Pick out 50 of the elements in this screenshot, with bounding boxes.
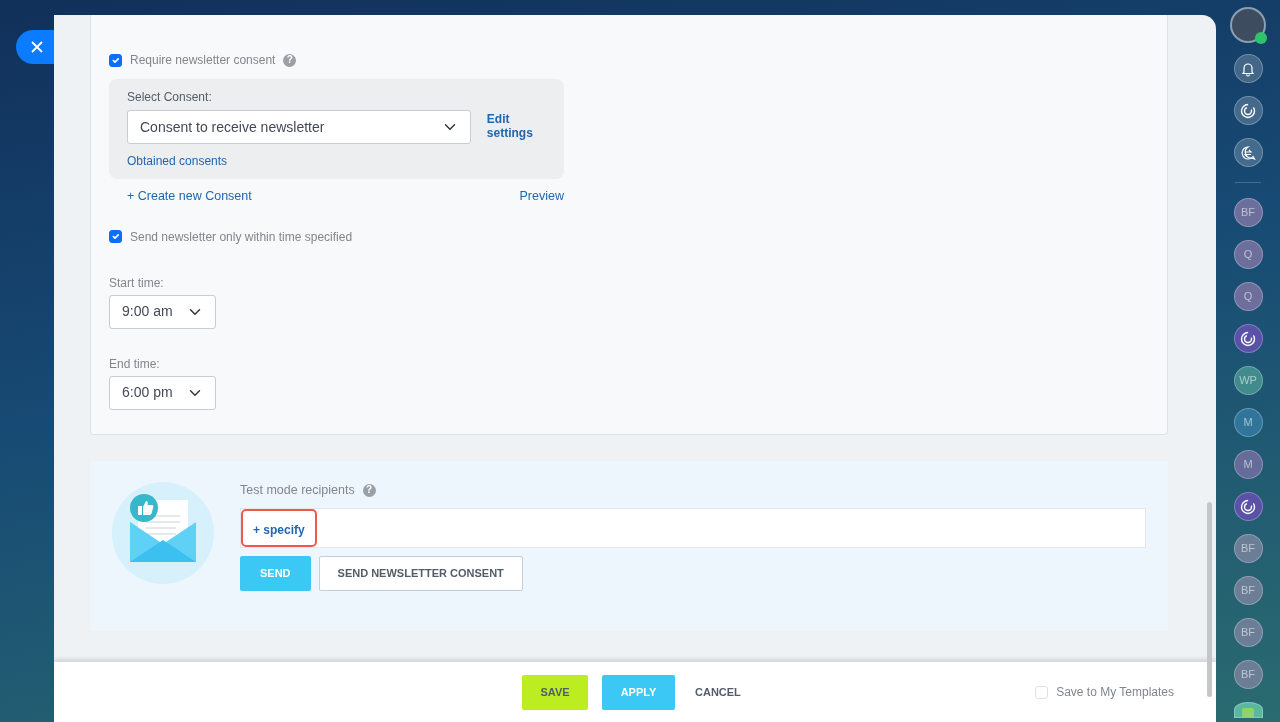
messages-button[interactable] xyxy=(1233,702,1263,718)
checkbox-label: Require newsletter consent xyxy=(130,52,276,69)
checkbox-label: Send newsletter only within time specified xyxy=(130,228,353,246)
contact-avatar[interactable]: M xyxy=(1233,408,1263,437)
obtained-consents-link[interactable]: Obtained consents xyxy=(127,152,228,170)
activity-button[interactable] xyxy=(1233,96,1263,125)
time-select[interactable]: 6:00 pm xyxy=(109,375,216,410)
contact-avatar[interactable]: BF xyxy=(1233,576,1263,605)
contact-avatar[interactable]: Q xyxy=(1233,240,1263,269)
close-icon xyxy=(31,41,43,53)
contact-avatar[interactable]: WP xyxy=(1233,366,1263,395)
send-button[interactable]: SEND xyxy=(240,555,311,591)
apply-button[interactable]: APPLY xyxy=(602,674,675,710)
specify-button[interactable]: + specify xyxy=(241,508,317,547)
save-button[interactable]: SAVE xyxy=(522,674,588,710)
contact-avatar[interactable]: BF xyxy=(1233,618,1263,647)
user-avatar[interactable] xyxy=(1232,9,1264,41)
time-label: End time: xyxy=(109,355,161,373)
time-select[interactable]: 9:00 am xyxy=(109,294,216,329)
contact-avatar[interactable]: BF xyxy=(1233,534,1263,563)
save-template-checkbox[interactable] xyxy=(1035,685,1049,699)
recipients-label: Test mode recipients xyxy=(240,481,355,499)
select-label: Select Consent: xyxy=(127,89,213,106)
help-button[interactable]: ? xyxy=(362,483,376,497)
preview-link[interactable]: Preview xyxy=(519,187,564,206)
swirl-icon xyxy=(1240,498,1256,515)
send-consent-button[interactable]: SEND NEWSLETTER CONSENT xyxy=(318,555,523,591)
contact-avatar[interactable]: BF xyxy=(1233,660,1263,689)
chat-button[interactable] xyxy=(1233,138,1263,167)
swirl-icon xyxy=(1240,330,1256,347)
checkbox-label: Save to My Templates xyxy=(1056,684,1174,701)
scrollbar-thumb[interactable] xyxy=(1207,502,1212,697)
time-limit-checkbox[interactable] xyxy=(109,230,122,244)
status-play-icon xyxy=(1255,32,1267,44)
contact-avatar[interactable]: M xyxy=(1233,450,1263,479)
app-button[interactable] xyxy=(1233,492,1263,521)
consent-select[interactable]: Consent to receive newsletter xyxy=(127,110,471,144)
help-button[interactable]: ? xyxy=(283,53,297,67)
app-button[interactable] xyxy=(1233,324,1263,353)
recipients-field[interactable]: + specify xyxy=(240,507,1146,548)
time-label: Start time: xyxy=(109,274,165,292)
cancel-button[interactable]: CANCEL xyxy=(689,682,747,702)
bell-icon xyxy=(1240,60,1256,77)
require-consent-checkbox[interactable] xyxy=(109,53,122,67)
swirl-icon xyxy=(1240,102,1256,119)
contact-avatar[interactable]: Q xyxy=(1233,282,1263,311)
create-consent-link[interactable]: + Create new Consent xyxy=(127,187,252,206)
notifications-button[interactable] xyxy=(1233,54,1263,83)
edit-settings-link[interactable]: Edit settings xyxy=(486,113,546,141)
contact-avatar[interactable]: BF xyxy=(1233,198,1263,227)
